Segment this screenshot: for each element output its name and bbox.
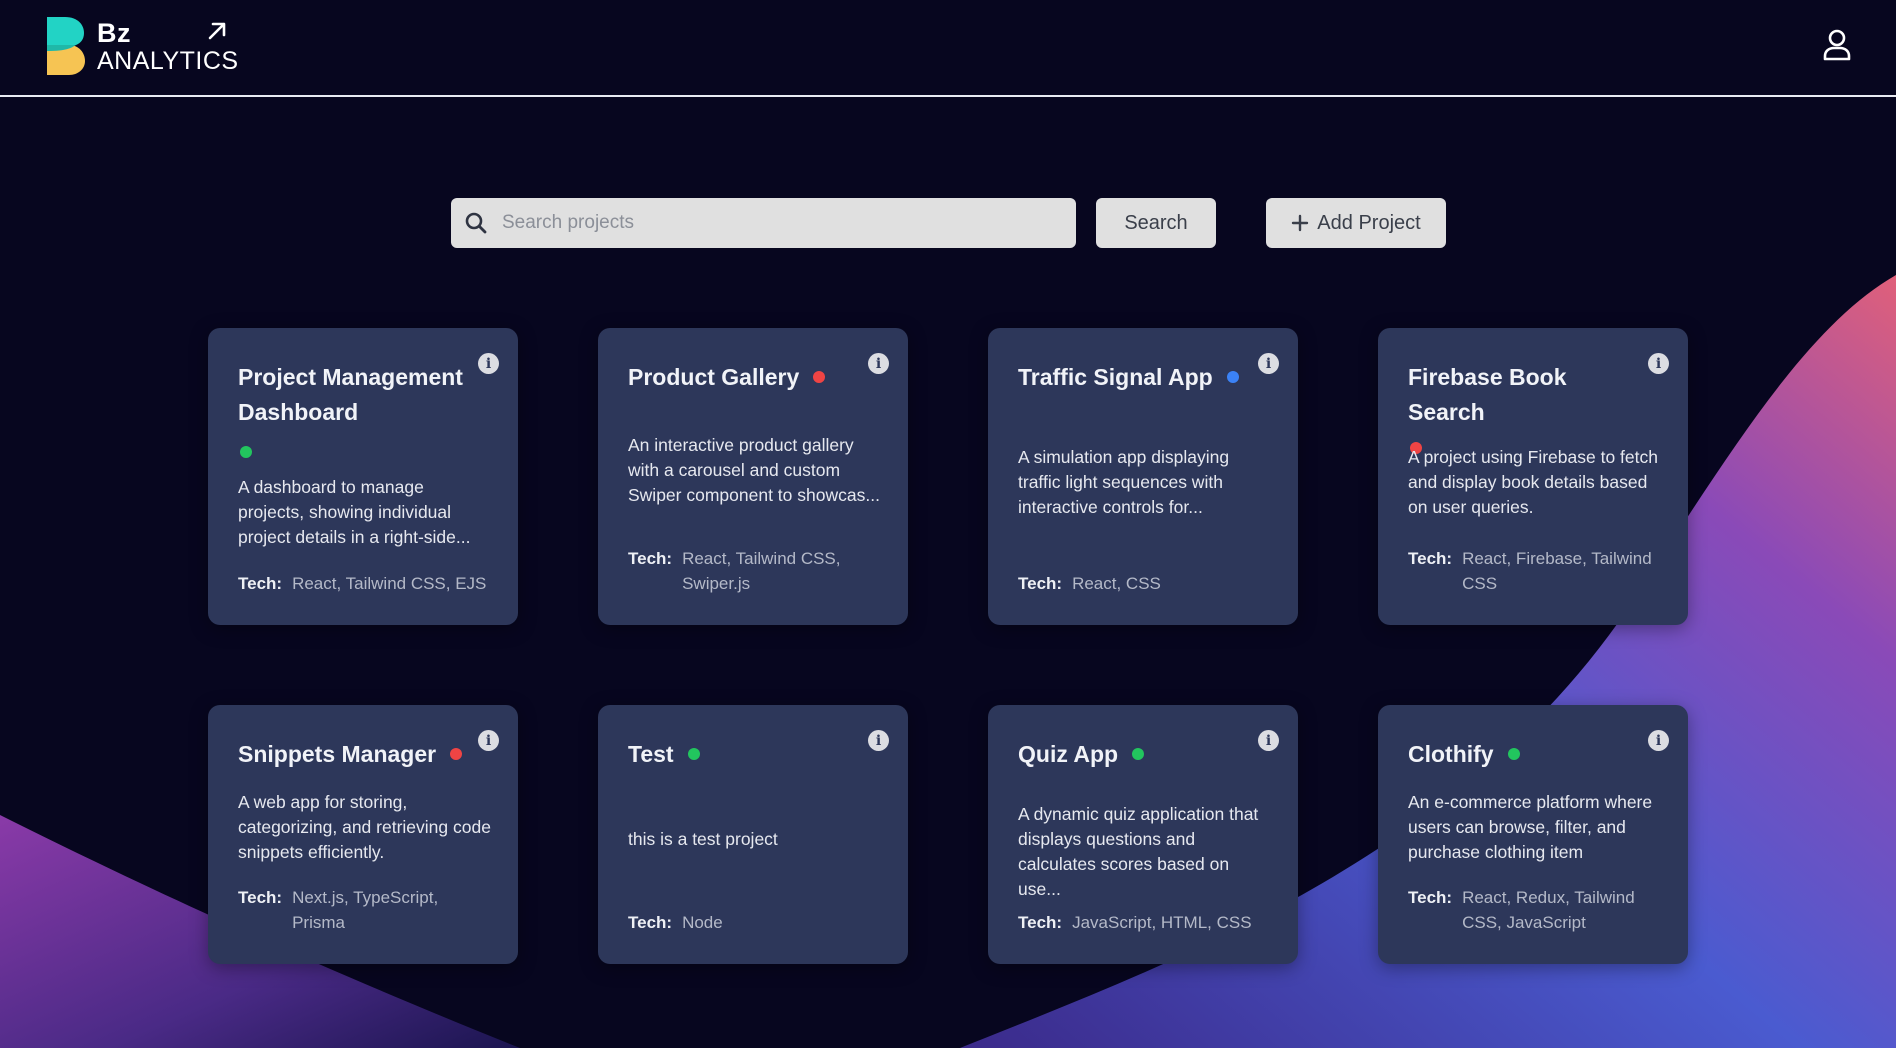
card-description: A dashboard to manage projects, showing … <box>238 477 471 547</box>
tech-label: Tech: <box>238 888 283 907</box>
add-project-button[interactable]: Add Project <box>1266 198 1446 248</box>
search-icon <box>464 210 490 236</box>
add-project-label: Add Project <box>1317 211 1421 234</box>
info-icon[interactable]: i <box>478 353 499 374</box>
tech-value: React, Tailwind CSS, EJS <box>292 574 487 593</box>
card-description: A project using Firebase to fetch and di… <box>1408 447 1658 517</box>
card-tech: Tech: Node <box>628 910 884 935</box>
project-card[interactable]: Firebase Book Search i A project using F… <box>1378 328 1688 625</box>
project-card[interactable]: Test i this is a test project Tech: Node <box>598 705 908 964</box>
card-title-row: Test <box>628 737 860 772</box>
project-card[interactable]: Quiz App i A dynamic quiz application th… <box>988 705 1298 964</box>
card-description: An e-commerce platform where users can b… <box>1408 792 1653 862</box>
status-dot <box>240 446 252 458</box>
info-icon[interactable]: i <box>1648 353 1669 374</box>
tech-value: React, CSS <box>1072 574 1161 593</box>
tech-label: Tech: <box>1408 888 1453 907</box>
project-card[interactable]: Clothify i An e-commerce platform where … <box>1378 705 1688 964</box>
tech-value: JavaScript, HTML, CSS <box>1072 913 1252 932</box>
project-card[interactable]: Project Management Dashboard i A dashboa… <box>208 328 518 625</box>
search-button[interactable]: Search <box>1096 198 1216 248</box>
brand-logo[interactable]: Bz ANALYTICS <box>47 17 239 77</box>
info-icon[interactable]: i <box>868 730 889 751</box>
card-tech: Tech: Next.js, TypeScript, Prisma <box>238 885 494 935</box>
card-tech: Tech: React, Redux, Tailwind CSS, JavaSc… <box>1408 885 1664 935</box>
card-tech: Tech: React, Tailwind CSS, EJS <box>238 571 494 596</box>
tech-label: Tech: <box>628 549 673 568</box>
project-card[interactable]: Snippets Manager i A web app for storing… <box>208 705 518 964</box>
logo-mark-icon <box>47 17 85 75</box>
card-title-row: Clothify <box>1408 737 1640 772</box>
arrow-up-right-icon <box>208 22 226 40</box>
status-dot <box>687 748 700 760</box>
card-title-row: Quiz App <box>1018 737 1250 772</box>
card-description: An interactive product gallery with a ca… <box>628 435 880 505</box>
user-icon <box>1823 29 1851 61</box>
card-title-row: Snippets Manager <box>238 737 470 772</box>
card-title: Snippets Manager <box>238 741 437 767</box>
tech-value: Node <box>682 913 723 932</box>
card-tech: Tech: JavaScript, HTML, CSS <box>1018 910 1274 935</box>
status-dot <box>450 748 463 760</box>
tech-label: Tech: <box>1408 549 1453 568</box>
project-card[interactable]: Product Gallery i An interactive product… <box>598 328 908 625</box>
card-description: A simulation app displaying traffic ligh… <box>1018 447 1230 517</box>
card-title-row: Firebase Book Search <box>1408 360 1640 454</box>
info-icon[interactable]: i <box>1258 353 1279 374</box>
project-card[interactable]: Traffic Signal App i A simulation app di… <box>988 328 1298 625</box>
card-title: Firebase Book Search <box>1408 364 1567 425</box>
search-input[interactable] <box>502 198 1076 248</box>
status-dot <box>1507 748 1520 760</box>
info-icon[interactable]: i <box>478 730 499 751</box>
info-icon[interactable]: i <box>868 353 889 374</box>
card-description: A web app for storing, categorizing, and… <box>238 792 491 862</box>
card-title: Project Management Dashboard <box>238 364 463 425</box>
project-grid: Project Management Dashboard i A dashboa… <box>208 328 1690 968</box>
tech-value: React, Tailwind CSS, Swiper.js <box>682 549 841 593</box>
info-icon[interactable]: i <box>1258 730 1279 751</box>
card-title: Clothify <box>1408 741 1494 767</box>
card-title: Test <box>628 741 674 767</box>
search-bar <box>451 198 1076 248</box>
card-title-row: Traffic Signal App <box>1018 360 1250 395</box>
plus-icon <box>1291 213 1309 233</box>
tech-label: Tech: <box>628 913 673 932</box>
card-tech: Tech: React, Tailwind CSS, Swiper.js <box>628 546 884 596</box>
status-dot <box>1132 748 1145 760</box>
tech-value: React, Firebase, Tailwind CSS <box>1462 549 1652 593</box>
top-navbar: Bz ANALYTICS <box>0 0 1896 97</box>
user-profile-button[interactable] <box>1818 26 1856 64</box>
card-title: Traffic Signal App <box>1018 364 1213 390</box>
card-tech: Tech: React, CSS <box>1018 571 1274 596</box>
tech-value: React, Redux, Tailwind CSS, JavaScript <box>1462 888 1635 932</box>
brand-name-line1: Bz <box>97 18 131 48</box>
card-description: A dynamic quiz application that displays… <box>1018 804 1259 899</box>
tech-label: Tech: <box>238 574 283 593</box>
card-title-row: Project Management Dashboard <box>238 360 470 458</box>
card-description: this is a test project <box>628 829 778 849</box>
card-title: Product Gallery <box>628 364 800 390</box>
tech-label: Tech: <box>1018 574 1063 593</box>
status-dot <box>813 371 826 383</box>
tech-label: Tech: <box>1018 913 1063 932</box>
card-title-row: Product Gallery <box>628 360 860 395</box>
info-icon[interactable]: i <box>1648 730 1669 751</box>
card-title: Quiz App <box>1018 741 1119 767</box>
card-tech: Tech: React, Firebase, Tailwind CSS <box>1408 546 1664 596</box>
app-root: Bz ANALYTICS Search Add Project <box>0 0 1896 1048</box>
status-dot <box>1226 371 1239 383</box>
tech-value: Next.js, TypeScript, Prisma <box>292 888 439 932</box>
brand-name-line2: ANALYTICS <box>97 47 239 75</box>
